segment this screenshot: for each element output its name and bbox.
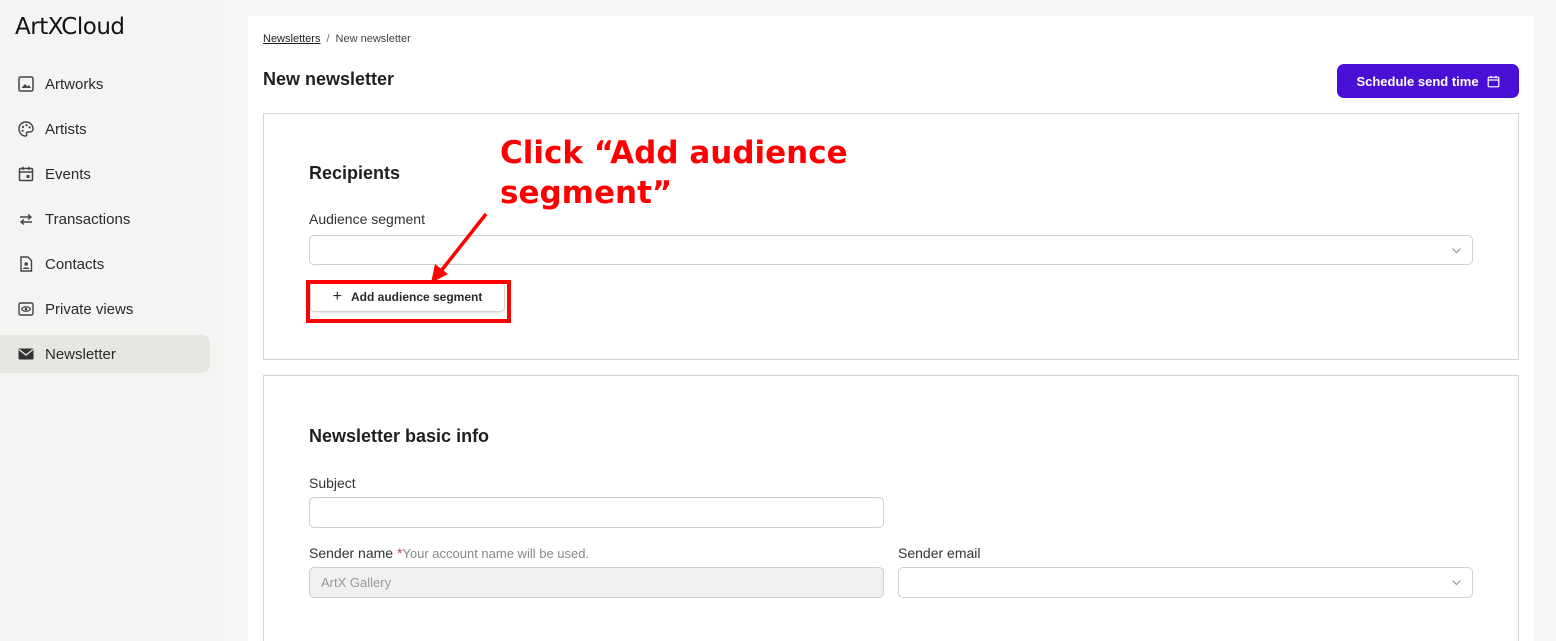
sender-email-label: Sender email	[898, 545, 981, 561]
sidebar-item-newsletter[interactable]: Newsletter	[0, 335, 210, 373]
page-title: New newsletter	[263, 69, 395, 89]
subject-input[interactable]	[309, 497, 884, 528]
sender-name-input: ArtX Gallery	[309, 567, 884, 598]
app-logo: ArtXCloud	[15, 14, 125, 40]
breadcrumb-link-newsletters[interactable]: Newsletters	[263, 33, 320, 45]
sender-email-select[interactable]	[898, 567, 1473, 598]
breadcrumb-current: New newsletter	[335, 33, 411, 45]
calendar-icon	[1487, 75, 1499, 87]
sender-name-label-text: Sender name	[309, 545, 394, 561]
calendar-icon	[17, 165, 35, 183]
palette-icon	[17, 120, 35, 138]
audience-segment-select[interactable]	[309, 235, 1473, 265]
contact-card-icon	[17, 255, 35, 273]
sidebar-item-label: Transactions	[45, 210, 131, 228]
chevron-down-icon	[1452, 248, 1461, 254]
sidebar: ArtXCloud Artworks Artists Events Transa…	[0, 0, 217, 641]
sidebar-item-label: Artists	[45, 120, 87, 138]
subject-label: Subject	[309, 475, 356, 491]
breadcrumb: Newsletters / New newsletter	[263, 33, 411, 45]
recipients-title: Recipients	[309, 163, 401, 183]
sidebar-item-label: Contacts	[45, 255, 105, 273]
sidebar-item-label: Artworks	[45, 75, 104, 93]
audience-segment-label: Audience segment	[309, 211, 425, 227]
sidebar-item-private-views[interactable]: Private views	[0, 290, 210, 328]
image-icon	[17, 75, 35, 93]
sidebar-nav: Artworks Artists Events Transactions Con…	[0, 65, 210, 380]
sidebar-item-label: Private views	[45, 300, 134, 318]
app-root: ArtXCloud Artworks Artists Events Transa…	[0, 0, 1556, 641]
chevron-down-icon	[1452, 580, 1461, 586]
annotation-text: Click “Add audience segment”	[500, 135, 848, 211]
schedule-send-time-button[interactable]: Schedule send time	[1337, 64, 1519, 98]
sidebar-item-label: Newsletter	[45, 345, 116, 363]
annotation-highlight-box	[306, 280, 511, 323]
breadcrumb-separator: /	[326, 33, 330, 45]
eye-icon	[17, 300, 35, 318]
arrows-swap-icon	[17, 210, 35, 228]
sidebar-item-contacts[interactable]: Contacts	[0, 245, 210, 283]
sender-name-hint: Your account name will be used.	[402, 546, 590, 561]
sidebar-item-events[interactable]: Events	[0, 155, 210, 193]
sender-name-label: Sender name *Your account name will be u…	[309, 545, 589, 561]
sidebar-item-artists[interactable]: Artists	[0, 110, 210, 148]
envelope-icon	[17, 345, 35, 363]
basic-info-title: Newsletter basic info	[309, 426, 490, 446]
schedule-send-time-label: Schedule send time	[1356, 73, 1479, 89]
sidebar-item-artworks[interactable]: Artworks	[0, 65, 210, 103]
sidebar-item-transactions[interactable]: Transactions	[0, 200, 210, 238]
sidebar-item-label: Events	[45, 165, 91, 183]
